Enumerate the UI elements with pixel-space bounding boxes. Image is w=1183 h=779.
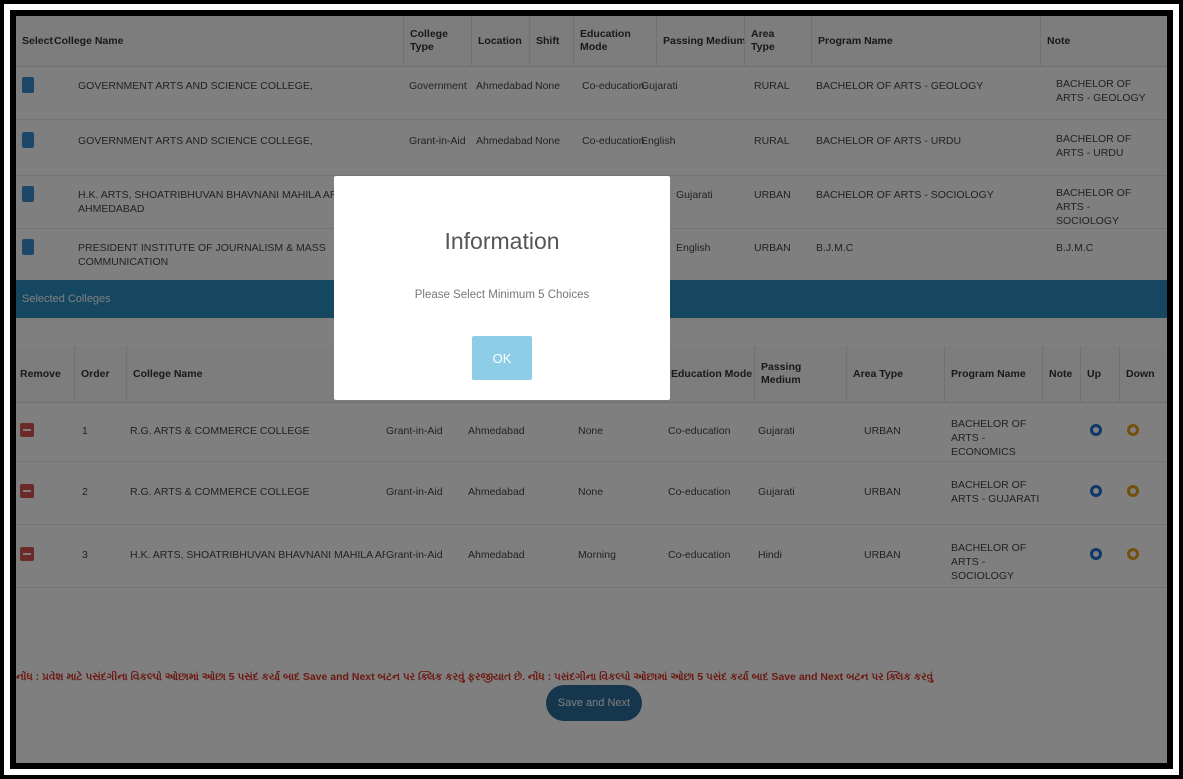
page: Select College Name College Type Locatio…	[16, 16, 1167, 763]
ok-button[interactable]: OK	[472, 336, 532, 380]
information-dialog: Information Please Select Minimum 5 Choi…	[334, 176, 670, 400]
dialog-message: Please Select Minimum 5 Choices	[414, 289, 590, 301]
dialog-title: Information	[444, 228, 560, 254]
